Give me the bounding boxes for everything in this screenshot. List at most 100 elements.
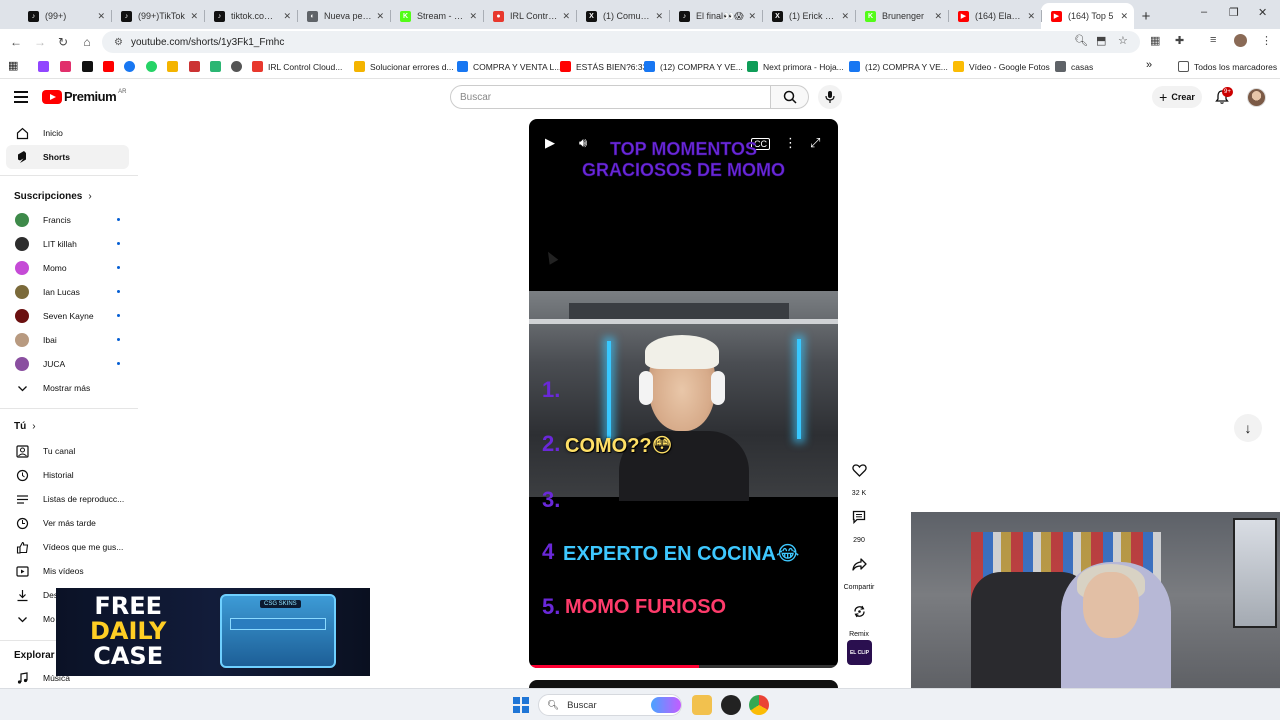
you-heading[interactable]: Tú › (14, 421, 36, 432)
tab-close-icon[interactable]: ✕ (562, 11, 570, 22)
sidebar-item-you[interactable]: Mis vídeos (6, 559, 129, 583)
bookmark-item[interactable]: Solucionar errores d... (354, 61, 454, 72)
x-bookmark-icon[interactable] (82, 61, 93, 72)
bookmark-item[interactable]: COMPRA Y VENTA L... (457, 61, 561, 72)
tab-close-icon[interactable]: ✕ (934, 11, 942, 22)
whatsapp-bookmark-icon[interactable] (146, 61, 157, 72)
subscription-item[interactable]: LIT killah (6, 232, 129, 256)
tab-close-icon[interactable]: ✕ (841, 11, 849, 22)
tab-close-icon[interactable]: ✕ (655, 11, 663, 22)
browser-tab[interactable]: ♪ (99+) ✕ (18, 3, 111, 29)
subscription-item[interactable]: Seven Kayne (6, 304, 129, 328)
bookmark-item[interactable]: IRL Control Cloud... (252, 61, 342, 72)
browser-tab[interactable]: ◐ Nueva pesta ✕ (297, 3, 390, 29)
share-button[interactable]: Compartir (843, 549, 875, 591)
subscription-item[interactable]: JUCA (6, 352, 129, 376)
sidebar-item-inicio[interactable]: Inicio (6, 121, 129, 145)
browser-tab[interactable]: X (1) Comunic ✕ (576, 3, 669, 29)
tab-close-icon[interactable]: ✕ (1120, 11, 1128, 22)
video-progress-bar[interactable] (529, 665, 838, 668)
browser-tab[interactable]: K Brunenger ✕ (855, 3, 948, 29)
tab-close-icon[interactable]: ✕ (283, 11, 291, 22)
account-avatar[interactable] (1247, 88, 1266, 107)
browser-tab[interactable]: ▶ (164) Eladio ✕ (948, 3, 1041, 29)
new-tab-icon[interactable]: + (1134, 3, 1158, 29)
zoom-icon[interactable]: 🔍︎ (1074, 34, 1088, 47)
subscription-item[interactable]: Ibai (6, 328, 129, 352)
tab-close-icon[interactable]: ✕ (748, 11, 756, 22)
tab-close-icon[interactable]: ✕ (376, 11, 384, 22)
file-explorer-icon[interactable] (692, 695, 712, 715)
browser-tab[interactable]: ♪ El final👀😱 ✕ (669, 3, 762, 29)
home-button-icon[interactable]: ⌂ (79, 34, 95, 50)
globe-bookmark-icon[interactable] (231, 61, 242, 72)
install-icon[interactable]: ⬒ (1096, 34, 1106, 47)
minimize-icon[interactable]: – (1201, 6, 1207, 18)
address-bar[interactable]: ⚙ youtube.com/shorts/1y3Fk1_Fmhc (102, 31, 1140, 53)
back-icon[interactable]: ← (8, 34, 24, 50)
more-bookmarks-icon[interactable]: » (1146, 59, 1152, 71)
profile-icon[interactable] (1234, 34, 1247, 47)
bookmark-star-icon[interactable]: ☆ (1118, 34, 1128, 47)
browser-tab[interactable]: ● IRL Control C ✕ (483, 3, 576, 29)
media-control-icon[interactable]: ≡ (1210, 34, 1216, 46)
windows-start-icon[interactable] (513, 697, 529, 713)
hamburger-menu-icon[interactable] (14, 91, 28, 103)
kebab-menu-icon[interactable]: ⋮ (1261, 34, 1272, 47)
browser-tab[interactable]: ▶ (164) Top 5 ✕ (1041, 3, 1134, 29)
chrome-icon[interactable] (749, 695, 769, 715)
search-button[interactable] (771, 85, 809, 109)
bookmark-item[interactable]: Vídeo - Google Fotos (953, 61, 1050, 72)
show-more-button[interactable]: Mostrar más (6, 376, 129, 400)
bookmark-item[interactable]: Next primora - Hoja... (747, 61, 844, 72)
sidebar-item-you[interactable]: Ver más tarde (6, 511, 129, 535)
tab-close-icon[interactable]: ✕ (1027, 11, 1035, 22)
youtube-premium-logo[interactable]: Premium AR (42, 89, 126, 104)
subscriptions-heading[interactable]: Suscripciones › (14, 191, 92, 202)
remix-button[interactable]: Remix (843, 596, 875, 638)
site-info-icon[interactable]: ⚙ (114, 37, 123, 48)
bookmark-item[interactable]: ESTÁS BIEN?6:33 (560, 61, 647, 72)
voice-search-button[interactable] (818, 85, 842, 109)
tab-close-icon[interactable]: ✕ (469, 11, 477, 22)
youtube-bookmark-icon[interactable] (103, 61, 114, 72)
bookmark-item[interactable]: (12) COMPRA Y VE... (849, 61, 948, 72)
all-bookmarks[interactable]: Todos los marcadores (1178, 61, 1277, 72)
reload-icon[interactable]: ↻ (55, 34, 71, 50)
subscription-item[interactable]: Francis (6, 208, 129, 232)
extension-icon[interactable]: ▦ (1150, 34, 1160, 47)
obs-icon[interactable] (721, 695, 741, 715)
gmail-bookmark-icon[interactable] (189, 61, 200, 72)
bookmark-item[interactable]: (12) COMPRA Y VE... (644, 61, 743, 72)
tab-close-icon[interactable]: ✕ (97, 11, 105, 22)
twitch-bookmark-icon[interactable] (38, 61, 49, 72)
widget-icon[interactable] (651, 697, 681, 713)
sidebar-item-you[interactable]: Tu canal (6, 439, 129, 463)
sidebar-item-shorts[interactable]: Shorts (6, 145, 129, 169)
close-window-icon[interactable]: ✕ (1258, 6, 1267, 19)
facebook-bookmark-icon[interactable] (124, 61, 135, 72)
create-button[interactable]: + Crear (1152, 86, 1202, 108)
browser-tab[interactable]: K Stream - Kic ✕ (390, 3, 483, 29)
search-input[interactable]: Buscar (450, 85, 771, 109)
browser-tab[interactable]: ♪ tiktok.com/@ ✕ (204, 3, 297, 29)
google-bookmark-icon[interactable] (167, 61, 178, 72)
comments-button[interactable]: 290 (843, 502, 875, 544)
bookmark-item[interactable]: casas (1055, 61, 1093, 72)
instagram-bookmark-icon[interactable] (60, 61, 71, 72)
short-video-player[interactable]: ▶ 🔊︎ CC ⋮ ⤢ TOP MOMENTOS GRACIOSOS DE MO… (529, 119, 838, 668)
subscription-item[interactable]: Ian Lucas (6, 280, 129, 304)
browser-tab[interactable]: ♪ (99+)TikTok ✕ (111, 3, 204, 29)
apps-grid-icon[interactable]: ▦ (8, 59, 19, 72)
browser-tab[interactable]: X (1) Erick Buk ✕ (762, 3, 855, 29)
next-short-button[interactable]: ↓ (1234, 414, 1262, 442)
forward-icon[interactable]: → (32, 34, 48, 50)
sidebar-item-you[interactable]: Historial (6, 463, 129, 487)
app-bookmark-icon[interactable] (210, 61, 221, 72)
puzzle-icon[interactable]: ✚ (1175, 34, 1184, 47)
tab-close-icon[interactable]: ✕ (190, 11, 198, 22)
sidebar-item-you[interactable]: Listas de reproducc... (6, 487, 129, 511)
maximize-icon[interactable]: ❐ (1229, 6, 1239, 19)
channel-avatar[interactable]: EL CLIP (847, 640, 872, 665)
like-button[interactable]: 32 K (843, 455, 875, 497)
